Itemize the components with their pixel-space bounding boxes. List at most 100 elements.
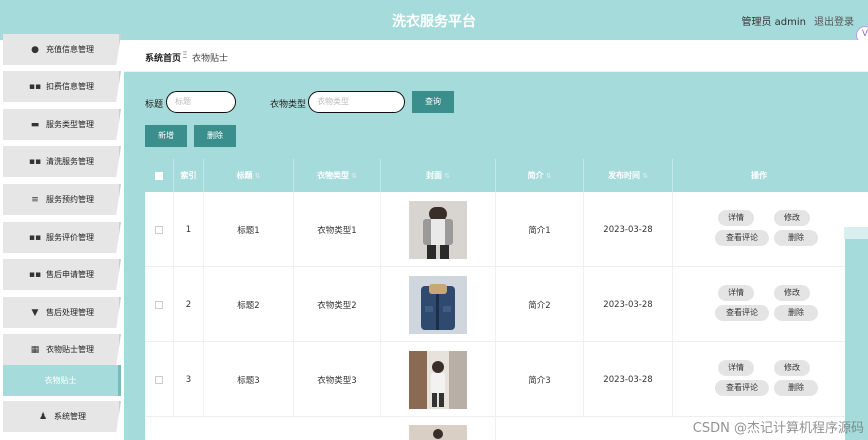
sidebar-item-review[interactable]: ▪▪ 服务评价管理 <box>3 222 121 253</box>
col-header-intro[interactable]: 简介 ⇅ <box>496 159 584 192</box>
sidebar-item-cleaning[interactable]: ▪▪ 清洗服务管理 <box>3 146 121 177</box>
row-checkbox[interactable] <box>155 300 163 309</box>
row-checkbox[interactable] <box>155 375 163 384</box>
app-title: 洗衣服务平台 <box>392 14 476 30</box>
table-row: 3 标题3 衣物类型3 简介3 2023-03-28 详情 修改 查看评论 删除 <box>145 342 845 417</box>
col-header-cover[interactable]: 封面 ⇅ <box>381 159 496 192</box>
sidebar-item-recharge[interactable]: ● 充值信息管理 <box>3 34 121 65</box>
person-icon: ♟ <box>38 411 48 422</box>
cell-date: 2023-03-28 <box>584 267 673 342</box>
cell-cover <box>381 192 496 267</box>
title-label: 标题 <box>145 100 164 110</box>
col-header-index[interactable]: 索引 <box>174 159 204 192</box>
sidebar-item-system[interactable]: ♟ 系统管理 <box>3 401 121 432</box>
table-scroll-edge <box>844 159 868 440</box>
row-delete-button[interactable]: 删除 <box>774 230 818 246</box>
sidebar-item-label: 清洗服务管理 <box>46 157 94 166</box>
detail-button[interactable]: 详情 <box>718 360 754 376</box>
cell-intro: 简介2 <box>496 267 584 342</box>
view-comments-button[interactable]: 查看评论 <box>715 305 769 321</box>
cell-actions: 详情 修改 查看评论 删除 <box>673 342 845 417</box>
grid-icon: ▪▪ <box>28 232 42 243</box>
cell-index: 3 <box>174 342 204 417</box>
location-pin-icon: ● <box>31 44 39 55</box>
sidebar-item-service-type[interactable]: ▬ 服务类型管理 <box>3 109 121 140</box>
cell-intro: 简介1 <box>496 192 584 267</box>
row-checkbox-cell[interactable] <box>145 267 174 342</box>
grid-icon: ▪▪ <box>28 156 42 167</box>
sidebar-item-tips-manage[interactable]: ▦ 衣物贴士管理 <box>3 334 121 365</box>
type-search-input[interactable]: 衣物类型 <box>308 91 405 113</box>
sidebar-subitem-tips[interactable]: 衣物贴士 <box>3 365 121 396</box>
sidebar-item-aftersale-apply[interactable]: ▪▪ 售后申请管理 <box>3 259 121 290</box>
table-row: 1 标题1 衣物类型1 简介1 2023-03-28 详情 修改 查看评论 删除 <box>145 192 845 267</box>
cell-actions: 详情 修改 查看评论 删除 <box>673 192 845 267</box>
cell-title: 标题2 <box>204 267 294 342</box>
row-delete-button[interactable]: 删除 <box>774 305 818 321</box>
col-header-title[interactable]: 标题 ⇅ <box>204 159 294 192</box>
select-all-checkbox[interactable] <box>155 171 163 180</box>
edit-button[interactable]: 修改 <box>774 360 810 376</box>
cover-image-4 <box>409 425 467 440</box>
sidebar-item-label: 系统管理 <box>54 412 86 421</box>
query-button[interactable]: 查询 <box>412 91 454 113</box>
main-panel: 标题 标题 衣物类型 衣物类型 查询 新增 删除 索引 标题 ⇅ 衣物类型 ⇅ 封面… <box>124 72 868 440</box>
cell-actions: 详情 修改 查看评论 删除 <box>673 267 845 342</box>
sidebar-item-booking[interactable]: ≡ 服务预约管理 <box>3 184 121 215</box>
cell-title: 标题3 <box>204 342 294 417</box>
edit-button[interactable]: 修改 <box>774 210 810 226</box>
row-checkbox-cell[interactable] <box>145 192 174 267</box>
signpost-icon: ▼ <box>31 307 39 318</box>
sidebar-item-deduction[interactable]: ▪▪ 扣费信息管理 <box>3 71 121 102</box>
col-header-date[interactable]: 发布时间 ⇅ <box>584 159 673 192</box>
row-checkbox[interactable] <box>155 225 163 234</box>
cell-cover <box>381 267 496 342</box>
cell-date: 2023-03-28 <box>584 342 673 417</box>
cell-intro: 简介3 <box>496 342 584 417</box>
breadcrumb-home[interactable]: 系统首页 <box>145 51 181 64</box>
logout-link[interactable]: 退出登录 <box>814 13 854 28</box>
cell-title: 标题1 <box>204 192 294 267</box>
delete-button[interactable]: 删除 <box>194 125 236 147</box>
cell-type: 衣物类型1 <box>294 192 381 267</box>
cell-index: 1 <box>174 192 204 267</box>
cell-cover <box>381 342 496 417</box>
title-search-input[interactable]: 标题 <box>166 91 236 113</box>
cell-date: 2023-03-28 <box>584 192 673 267</box>
edit-button[interactable]: 修改 <box>774 285 810 301</box>
cell-type: 衣物类型2 <box>294 267 381 342</box>
row-delete-button[interactable]: 删除 <box>774 380 818 396</box>
row-checkbox-cell[interactable] <box>145 342 174 417</box>
col-header-actions: 操作 <box>751 171 767 180</box>
detail-button[interactable]: 详情 <box>718 285 754 301</box>
detail-button[interactable]: 详情 <box>718 210 754 226</box>
cell-type: 衣物类型3 <box>294 342 381 417</box>
sidebar-item-label: 售后处理管理 <box>46 308 94 317</box>
grid-dense-icon: ▦ <box>30 344 40 355</box>
view-comments-button[interactable]: 查看评论 <box>715 380 769 396</box>
table-header: 索引 标题 ⇅ 衣物类型 ⇅ 封面 ⇅ 简介 ⇅ 发布时间 ⇅ 操作 <box>145 159 845 192</box>
sidebar-item-label: 扣费信息管理 <box>46 82 94 91</box>
type-label: 衣物类型 <box>270 100 307 110</box>
cell-index: 2 <box>174 267 204 342</box>
view-comments-button[interactable]: 查看评论 <box>715 230 769 246</box>
monitor-icon: ▬ <box>30 119 40 130</box>
col-header-type[interactable]: 衣物类型 ⇅ <box>294 159 381 192</box>
sidebar: ● 充值信息管理 ▪▪ 扣费信息管理 ▬ 服务类型管理 ▪▪ 清洗服务管理 ≡ … <box>0 34 124 440</box>
sidebar-item-label: 服务评价管理 <box>46 233 94 242</box>
cover-image-1 <box>409 200 467 259</box>
sidebar-item-label: 售后申请管理 <box>46 270 94 279</box>
sliders-icon: ≡ <box>31 194 39 205</box>
top-header: 洗衣服务平台 管理员 admin 退出登录 V <box>0 0 868 44</box>
add-button[interactable]: 新增 <box>145 125 187 147</box>
select-all-cell[interactable] <box>145 159 174 192</box>
sidebar-item-aftersale-handle[interactable]: ▼ 售后处理管理 <box>3 297 121 328</box>
cover-image-3 <box>409 350 467 409</box>
table-row: 2 标题2 衣物类型2 简介2 2023-03-28 详情 修改 查看评论 删除 <box>145 267 845 342</box>
grid-icon: ▪▪ <box>28 81 42 92</box>
watermark: CSDN @杰记计算机程序源码 <box>692 421 864 436</box>
sidebar-item-label: 服务类型管理 <box>46 120 94 129</box>
current-user: 管理员 admin <box>741 17 806 28</box>
breadcrumb-current: 衣物贴士 <box>192 54 229 64</box>
cell-cover <box>381 417 496 440</box>
